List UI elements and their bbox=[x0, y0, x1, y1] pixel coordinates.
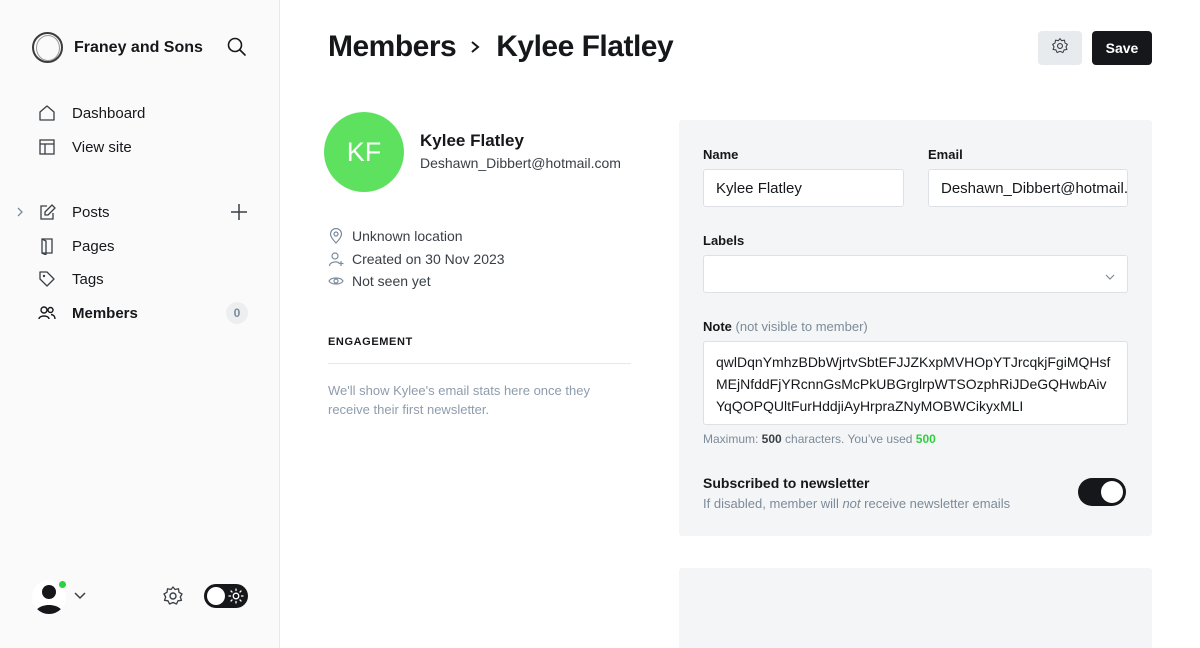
desc-emphasis: not bbox=[842, 496, 861, 511]
page-title: Kylee Flatley bbox=[496, 30, 674, 63]
engagement-heading: ENGAGEMENT bbox=[328, 336, 413, 348]
tag-icon bbox=[38, 270, 56, 288]
sidebar-item-members[interactable]: Members bbox=[38, 301, 138, 325]
sidebar-item-dashboard[interactable]: Dashboard bbox=[38, 101, 145, 125]
engagement-text: We'll show Kylee's email stats here once… bbox=[328, 383, 590, 417]
member-settings-button[interactable] bbox=[1038, 31, 1082, 65]
labels-label: Labels bbox=[703, 233, 745, 248]
breadcrumb: Members Kylee Flatley bbox=[328, 28, 674, 66]
divider bbox=[328, 363, 631, 364]
member-avatar: KF bbox=[324, 112, 404, 192]
sidebar-item-label: Dashboard bbox=[72, 104, 146, 122]
secondary-panel bbox=[679, 568, 1152, 648]
chevron-right-icon bbox=[468, 39, 482, 55]
name-field[interactable]: Kylee Flatley bbox=[703, 169, 904, 207]
sidebar-item-tags[interactable]: Tags bbox=[38, 267, 104, 291]
brand-name: Franey and Sons bbox=[74, 38, 203, 56]
note-used: 500 bbox=[915, 432, 936, 446]
newsletter-label: Subscribed to newsletter bbox=[703, 475, 870, 491]
members-icon bbox=[38, 304, 56, 322]
members-count-badge: 0 bbox=[226, 302, 248, 324]
last-seen-text: Not seen yet bbox=[352, 273, 431, 289]
toggle-knob bbox=[207, 587, 225, 605]
name-label: Name bbox=[703, 147, 739, 162]
eye-icon bbox=[328, 273, 344, 289]
online-status-dot bbox=[57, 579, 68, 590]
gear-icon bbox=[1051, 37, 1069, 60]
sidebar-item-label: Tags bbox=[72, 270, 104, 288]
brand-logo bbox=[32, 32, 63, 63]
member-created: Created on 30 Nov 2023 bbox=[328, 251, 505, 267]
sidebar-item-label: Pages bbox=[72, 237, 115, 255]
brand[interactable]: Franey and Sons bbox=[32, 32, 203, 63]
sun-icon bbox=[228, 588, 244, 604]
note-character-count: Maximum: 500 characters. You’ve used 500 bbox=[703, 432, 936, 446]
gear-icon[interactable] bbox=[162, 585, 184, 607]
sidebar-item-label: View site bbox=[72, 138, 132, 156]
sidebar-item-pages[interactable]: Pages bbox=[38, 234, 115, 258]
theme-toggle[interactable] bbox=[204, 584, 248, 608]
note-max: 500 bbox=[761, 432, 782, 446]
desc-part-b: receive newsletter emails bbox=[860, 496, 1011, 511]
created-text: Created on 30 Nov 2023 bbox=[352, 251, 505, 267]
member-email: Deshawn_Dibbert@hotmail.com bbox=[420, 155, 621, 171]
sidebar: Franey and Sons Dashboard View site Post… bbox=[0, 0, 280, 648]
member-last-seen: Not seen yet bbox=[328, 273, 431, 289]
toggle-knob bbox=[1101, 481, 1123, 503]
note-count-mid: characters. You’ve used bbox=[781, 432, 916, 446]
email-label: Email bbox=[928, 147, 963, 162]
breadcrumb-members-link[interactable]: Members bbox=[328, 30, 457, 64]
email-field[interactable]: Deshawn_Dibbert@hotmail.com bbox=[928, 169, 1128, 207]
desc-part-a: If disabled, member will bbox=[703, 496, 843, 511]
note-count-prefix: Maximum: bbox=[703, 432, 762, 446]
location-text: Unknown location bbox=[352, 228, 463, 244]
member-location: Unknown location bbox=[328, 227, 463, 244]
note-label: Note (not visible to member) bbox=[703, 319, 868, 334]
member-name: Kylee Flatley bbox=[420, 131, 524, 150]
chevron-right-icon[interactable] bbox=[14, 205, 26, 219]
layout-icon bbox=[38, 138, 56, 156]
note-textarea[interactable]: qwlDqnYmhzBDbWjrtvSbtEFJJZKxpMVHOpYTJrcq… bbox=[703, 341, 1128, 425]
labels-select[interactable] bbox=[703, 255, 1128, 293]
sidebar-item-label: Posts bbox=[72, 203, 110, 221]
newsletter-toggle[interactable] bbox=[1078, 478, 1126, 506]
chevron-down-icon[interactable] bbox=[73, 589, 87, 603]
add-post-icon[interactable] bbox=[228, 201, 250, 223]
note-hint: (not visible to member) bbox=[735, 319, 868, 334]
pen-icon bbox=[38, 203, 56, 221]
newsletter-description: If disabled, member will not receive new… bbox=[703, 496, 1010, 511]
location-pin-icon bbox=[328, 227, 344, 244]
save-button[interactable]: Save bbox=[1092, 31, 1152, 65]
chevron-down-icon bbox=[1105, 269, 1115, 280]
home-icon bbox=[38, 104, 56, 122]
user-add-icon bbox=[328, 251, 344, 267]
page-icon bbox=[38, 237, 56, 257]
sidebar-item-label: Members bbox=[72, 304, 138, 322]
sidebar-item-view-site[interactable]: View site bbox=[38, 135, 132, 159]
search-icon[interactable] bbox=[226, 36, 248, 58]
note-label-text: Note bbox=[703, 319, 732, 334]
sidebar-item-posts[interactable]: Posts bbox=[38, 200, 110, 224]
